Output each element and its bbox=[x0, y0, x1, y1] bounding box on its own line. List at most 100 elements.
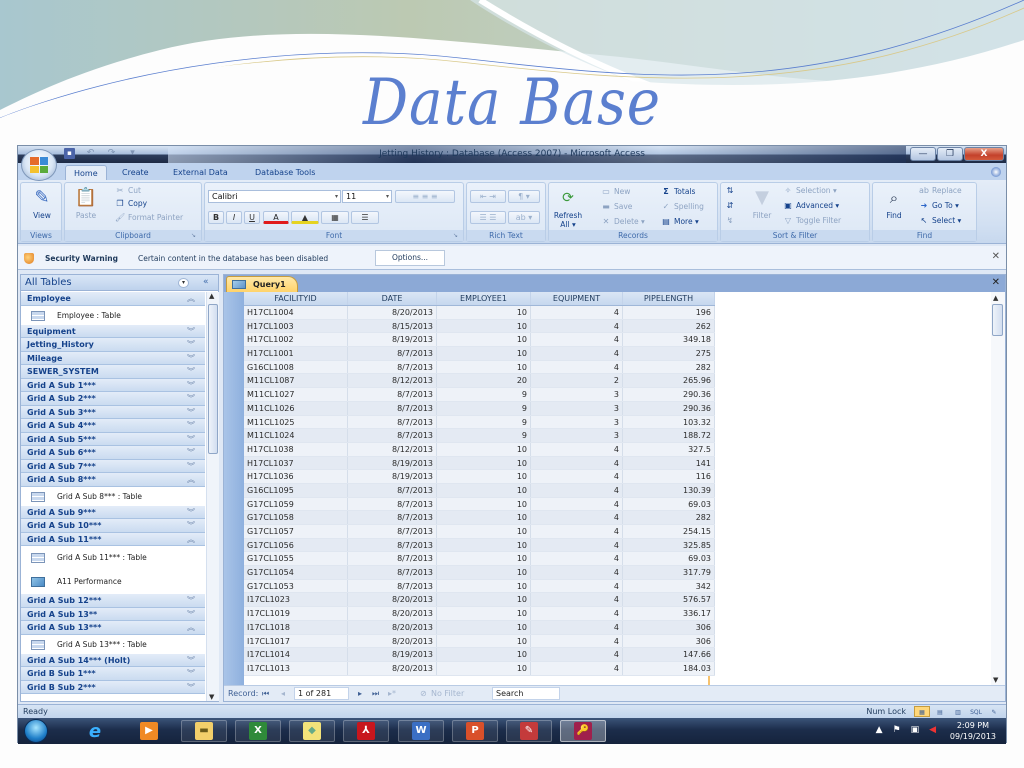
view-button[interactable]: ✎ View bbox=[25, 187, 59, 220]
record-selector-column[interactable] bbox=[224, 292, 244, 686]
nav-group-header[interactable]: Grid A Sub 1*** ︾ bbox=[21, 378, 205, 392]
cell-pipelength[interactable]: 184.03 bbox=[623, 661, 715, 675]
nav-group-header[interactable]: Grid A Sub 4*** ︾ bbox=[21, 419, 205, 433]
cell-employee1[interactable]: 9 bbox=[437, 415, 531, 429]
table-row[interactable]: H17CL1001 8/7/2013 10 4 275 bbox=[244, 347, 715, 361]
cell-equipment[interactable]: 3 bbox=[531, 401, 623, 415]
cell-facilityid[interactable]: M11CL1024 bbox=[244, 429, 348, 442]
cell-pipelength[interactable]: 69.03 bbox=[623, 552, 715, 566]
cell-pipelength[interactable]: 147.66 bbox=[623, 648, 715, 661]
chevron-double-down-icon[interactable]: ︾ bbox=[187, 519, 195, 532]
scroll-thumb[interactable] bbox=[208, 304, 218, 454]
scroll-up-icon[interactable]: ▲ bbox=[993, 294, 998, 302]
previous-record-icon[interactable]: ◂ bbox=[281, 688, 285, 700]
table-row[interactable]: M11CL1024 8/7/2013 9 3 188.72 bbox=[244, 429, 715, 443]
nav-menu-dropdown-icon[interactable]: ▾ bbox=[178, 278, 189, 288]
cell-date[interactable]: 8/7/2013 bbox=[348, 483, 437, 497]
chevron-double-down-icon[interactable]: ︾ bbox=[187, 338, 195, 351]
cell-pipelength[interactable]: 275 bbox=[623, 347, 715, 360]
nav-group-header[interactable]: Grid A Sub 14*** (Holt) ︾ bbox=[21, 653, 205, 667]
start-button[interactable] bbox=[24, 719, 48, 743]
cell-facilityid[interactable]: M11CL1027 bbox=[244, 388, 348, 401]
cell-employee1[interactable]: 9 bbox=[437, 388, 531, 401]
network-icon[interactable]: ▣ bbox=[911, 725, 920, 735]
cell-date[interactable]: 8/19/2013 bbox=[348, 333, 437, 347]
cell-employee1[interactable]: 10 bbox=[437, 620, 531, 634]
clipboard-launcher-icon[interactable]: ↘ bbox=[191, 232, 199, 240]
scroll-thumb[interactable] bbox=[992, 304, 1003, 336]
cell-pipelength[interactable]: 349.18 bbox=[623, 333, 715, 347]
table-row[interactable]: G17CL1055 8/7/2013 10 4 69.03 bbox=[244, 552, 715, 567]
sort-descending-button[interactable]: ⇵ bbox=[725, 201, 735, 210]
taskbar-clock[interactable]: 2:09 PM 09/19/2013 bbox=[950, 720, 996, 742]
chevron-double-down-icon[interactable]: ︾ bbox=[187, 681, 195, 694]
nav-group-header[interactable]: Grid A Sub 5*** ︾ bbox=[21, 432, 205, 446]
cell-equipment[interactable]: 4 bbox=[531, 607, 623, 620]
clear-sort-button[interactable]: ↯ bbox=[725, 216, 735, 225]
new-record-icon[interactable]: ▸* bbox=[388, 688, 396, 700]
cell-employee1[interactable]: 9 bbox=[437, 401, 531, 415]
bold-button[interactable]: B bbox=[208, 211, 224, 224]
powerpoint-icon[interactable]: P bbox=[452, 720, 498, 742]
cell-equipment[interactable]: 4 bbox=[531, 319, 623, 333]
chevron-double-down-icon[interactable]: ︾ bbox=[187, 506, 195, 519]
nav-object-item[interactable]: Grid A Sub 13*** : Table bbox=[21, 634, 205, 654]
chevron-double-up-icon[interactable]: ︽ bbox=[187, 621, 195, 634]
nav-group-header[interactable]: Mileage ︾ bbox=[21, 351, 205, 365]
cell-facilityid[interactable]: G16CL1008 bbox=[244, 360, 348, 374]
cell-facilityid[interactable]: I17CL1018 bbox=[244, 620, 348, 634]
nav-pane-title[interactable]: All Tables bbox=[25, 277, 72, 288]
replace-button[interactable]: ab Replace bbox=[919, 186, 962, 195]
table-row[interactable]: M11CL1087 8/12/2013 20 2 265.96 bbox=[244, 374, 715, 389]
cell-facilityid[interactable]: M11CL1025 bbox=[244, 415, 348, 429]
cell-pipelength[interactable]: 306 bbox=[623, 620, 715, 634]
cell-date[interactable]: 8/7/2013 bbox=[348, 579, 437, 593]
tab-create[interactable]: Create bbox=[114, 165, 157, 180]
cell-date[interactable]: 8/7/2013 bbox=[348, 429, 437, 442]
cell-pipelength[interactable]: 290.36 bbox=[623, 401, 715, 415]
internet-explorer-icon[interactable]: e bbox=[82, 720, 108, 742]
cell-pipelength[interactable]: 254.15 bbox=[623, 525, 715, 538]
cell-pipelength[interactable]: 103.32 bbox=[623, 415, 715, 429]
cell-pipelength[interactable]: 282 bbox=[623, 511, 715, 524]
file-explorer-icon[interactable]: ▬ bbox=[181, 720, 227, 742]
cell-date[interactable]: 8/7/2013 bbox=[348, 566, 437, 579]
cell-equipment[interactable]: 4 bbox=[531, 442, 623, 456]
tab-database-tools[interactable]: Database Tools bbox=[247, 165, 323, 180]
column-header-equipment[interactable]: EQUIPMENT bbox=[531, 292, 623, 305]
nav-group-header[interactable]: SEWER_SYSTEM ︾ bbox=[21, 365, 205, 379]
cell-pipelength[interactable]: 282 bbox=[623, 360, 715, 374]
cell-employee1[interactable]: 10 bbox=[437, 552, 531, 566]
nav-group-header[interactable]: Grid B Sub 1*** ︾ bbox=[21, 667, 205, 681]
cell-equipment[interactable]: 4 bbox=[531, 538, 623, 552]
undo-icon[interactable]: ↶ bbox=[85, 148, 96, 159]
nav-group-header[interactable]: Grid A Sub 11*** ︽ bbox=[21, 532, 205, 546]
show-hidden-icons-icon[interactable]: ▲ bbox=[876, 725, 883, 735]
cell-equipment[interactable]: 4 bbox=[531, 470, 623, 483]
chevron-double-down-icon[interactable]: ︾ bbox=[187, 392, 195, 405]
minimize-button[interactable]: — bbox=[910, 147, 936, 161]
record-position-field[interactable]: 1 of 281 bbox=[294, 687, 349, 700]
paste-button[interactable]: 📋 Paste bbox=[69, 187, 103, 220]
cell-date[interactable]: 8/12/2013 bbox=[348, 442, 437, 456]
adobe-reader-icon[interactable]: ⅄ bbox=[343, 720, 389, 742]
table-row[interactable]: G17CL1056 8/7/2013 10 4 325.85 bbox=[244, 538, 715, 553]
cell-pipelength[interactable]: 265.96 bbox=[623, 374, 715, 388]
cell-employee1[interactable]: 10 bbox=[437, 319, 531, 333]
cell-employee1[interactable]: 10 bbox=[437, 442, 531, 456]
table-row[interactable]: I17CL1019 8/20/2013 10 4 336.17 bbox=[244, 607, 715, 621]
column-header-pipelength[interactable]: PIPELENGTH bbox=[623, 292, 715, 305]
nav-group-header[interactable]: Grid A Sub 12*** ︾ bbox=[21, 594, 205, 608]
cell-equipment[interactable]: 4 bbox=[531, 648, 623, 661]
cell-equipment[interactable]: 4 bbox=[531, 579, 623, 593]
first-record-icon[interactable]: ⏮ bbox=[262, 688, 269, 700]
nav-object-item[interactable]: Employee : Table bbox=[21, 305, 205, 325]
cell-employee1[interactable]: 10 bbox=[437, 511, 531, 524]
cell-equipment[interactable]: 4 bbox=[531, 661, 623, 675]
cell-pipelength[interactable]: 325.85 bbox=[623, 538, 715, 552]
underline-button[interactable]: U bbox=[244, 211, 260, 224]
cell-facilityid[interactable]: H17CL1003 bbox=[244, 319, 348, 333]
table-row[interactable]: H17CL1002 8/19/2013 10 4 349.18 bbox=[244, 333, 715, 348]
italic-button[interactable]: I bbox=[226, 211, 242, 224]
action-center-flag-icon[interactable]: ⚑ bbox=[892, 725, 900, 735]
